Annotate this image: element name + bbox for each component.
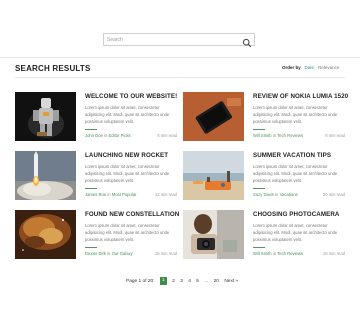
read-time: 16 min read <box>322 251 345 256</box>
phone-thumbnail[interactable] <box>183 92 244 141</box>
category-link[interactable]: Most Popular <box>112 192 137 197</box>
meta-rule <box>85 129 97 130</box>
read-time: 20 min read <box>322 192 345 197</box>
order-by-label: Order by <box>282 65 301 70</box>
category-link[interactable]: Tech Reviews <box>277 133 303 138</box>
result-title[interactable]: LAUNCHING NEW ROCKET <box>85 152 168 159</box>
beach-icon <box>183 151 244 200</box>
result-excerpt: Lorem ipsum dolor sit amet, consectetur … <box>85 164 170 183</box>
nebula-thumbnail[interactable] <box>15 210 76 259</box>
meta-in-text: in <box>107 192 111 197</box>
order-by-control: Order by Date · Relevance <box>282 65 339 70</box>
result-card: CHOOSING PHOTOCAMERA Lorem ipsum dolor s… <box>183 210 345 262</box>
category-link[interactable]: Editor Picks <box>109 133 131 138</box>
meta-rule <box>253 188 265 189</box>
page-link-4[interactable]: 4 <box>188 279 191 284</box>
rocket-thumbnail[interactable] <box>15 151 76 200</box>
camera-icon <box>183 210 244 259</box>
result-card: WELCOME TO OUR WEBSITE! Lorem ipsum dolo… <box>15 92 177 144</box>
camera-thumbnail[interactable] <box>183 210 244 259</box>
meta-rule <box>85 247 97 248</box>
nebula-icon <box>15 210 76 259</box>
header-divider <box>0 57 360 58</box>
category-link[interactable]: Vacations <box>280 192 298 197</box>
meta-rule <box>85 188 97 189</box>
result-meta: Will Smith in Tech Reviews 8 min read <box>253 133 345 138</box>
page-link-1[interactable]: 1 <box>159 277 167 285</box>
search-input[interactable] <box>104 34 240 45</box>
result-card: SUMMER VACATION TIPS Lorem ipsum dolor s… <box>183 151 345 203</box>
category-link[interactable]: Our Galaxy <box>112 251 133 256</box>
rocket-icon <box>15 151 76 200</box>
author-link[interactable]: John Doe <box>85 133 103 138</box>
page-link-2[interactable]: 2 <box>172 279 175 284</box>
result-card: FOUND NEW CONSTELLATION Lorem ipsum dolo… <box>15 210 179 262</box>
meta-in-text: in <box>104 133 108 138</box>
meta-rule <box>253 129 265 130</box>
result-excerpt: Lorem ipsum dolor sit amet, consectetur … <box>85 223 170 242</box>
result-card: LAUNCHING NEW ROCKET Lorem ipsum dolor s… <box>15 151 177 203</box>
sort-separator: · <box>315 65 317 70</box>
result-excerpt: Lorem ipsum dolor sit amet, consectetur … <box>253 164 338 183</box>
page-link-5[interactable]: 5 <box>196 279 199 284</box>
read-time: 8 min read <box>325 133 345 138</box>
result-excerpt: Lorem ipsum dolor sit amet, consectetur … <box>85 105 170 124</box>
search-icon[interactable] <box>242 35 252 48</box>
result-excerpt: Lorem ipsum dolor sit amet, consectetur … <box>253 105 338 124</box>
result-title[interactable]: FOUND NEW CONSTELLATION <box>85 211 179 218</box>
pagination-label: Page 1 of 20: <box>126 278 155 284</box>
author-link[interactable]: Will Smith <box>253 133 272 138</box>
read-time: 12 min read <box>154 192 177 197</box>
category-link[interactable]: Tech Reviews <box>277 251 303 256</box>
result-meta: James Roe in Most Popular 12 min read <box>85 192 177 197</box>
pagination-ellipsis: ... <box>204 278 209 284</box>
read-time: 15 min read <box>154 251 177 256</box>
meta-in-text: in <box>272 251 277 256</box>
meta-in-text: in <box>107 251 111 256</box>
result-meta: Suzy Davis in Vacations 20 min read <box>253 192 345 197</box>
meta-in-text: in <box>272 133 277 138</box>
results-divider <box>15 77 345 78</box>
read-time: 5 min read <box>157 133 177 138</box>
result-title[interactable]: CHOOSING PHOTOCAMERA <box>253 211 339 218</box>
pagination: Page 1 of 20: 1 2 3 4 5 ... 20 Next » <box>126 277 242 285</box>
page-title: SEARCH RESULTS <box>15 64 91 73</box>
sort-option-relevance[interactable]: Relevance <box>318 65 339 70</box>
author-link[interactable]: James Roe <box>85 192 106 197</box>
result-excerpt: Lorem ipsum dolor sit amet, consectetur … <box>253 223 338 242</box>
result-card: REVIEW OF NOKIA LUMIA 1520 Lorem ipsum d… <box>183 92 348 144</box>
author-link[interactable]: Dexter Dirk <box>85 251 106 256</box>
page-link-last[interactable]: 20 <box>214 279 219 284</box>
author-link[interactable]: Suzy Davis <box>253 192 274 197</box>
author-link[interactable]: Will Smith <box>253 251 272 256</box>
result-meta: John Doe in Editor Picks 5 min read <box>85 133 177 138</box>
robot-thumbnail[interactable] <box>15 92 76 141</box>
sort-option-date[interactable]: Date <box>305 65 315 70</box>
result-meta: Will Smith in Tech Reviews 16 min read <box>253 251 345 256</box>
search-bar <box>103 33 255 48</box>
result-meta: Dexter Dirk in Our Galaxy 15 min read <box>85 251 177 256</box>
robot-toy-icon <box>15 92 76 141</box>
meta-in-text: in <box>275 192 279 197</box>
phone-icon <box>183 92 244 141</box>
meta-rule <box>253 247 265 248</box>
next-page-link[interactable]: Next » <box>224 279 238 284</box>
beach-thumbnail[interactable] <box>183 151 244 200</box>
result-title[interactable]: SUMMER VACATION TIPS <box>253 152 331 159</box>
result-title[interactable]: REVIEW OF NOKIA LUMIA 1520 <box>253 93 348 100</box>
result-title[interactable]: WELCOME TO OUR WEBSITE! <box>85 93 177 100</box>
page-link-3[interactable]: 3 <box>180 279 183 284</box>
